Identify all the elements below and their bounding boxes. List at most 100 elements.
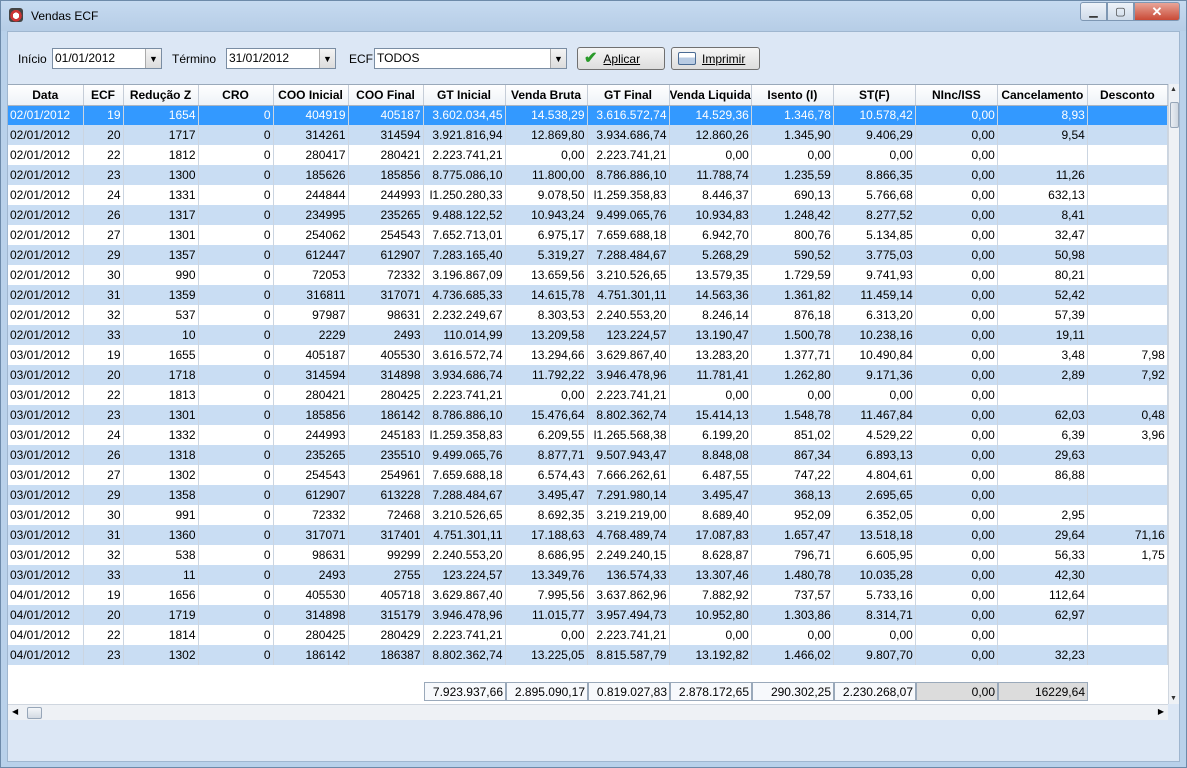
table-row[interactable]: 02/01/2012 19 1654 0 404919 405187 3.602.034,4… [8,105,1168,125]
table-row[interactable]: 03/01/2012 33 11 0 2493 2755 123.224,57 13.349,… [8,565,1168,585]
table-cell: 8.877,71 [505,445,588,465]
chevron-down-icon[interactable]: ▼ [145,49,161,68]
table-cell: 6.209,55 [505,425,588,445]
horizontal-scroll-thumb[interactable] [27,707,42,719]
maximize-button[interactable]: ▢ [1107,2,1134,21]
table-row[interactable]: 02/01/2012 22 1812 0 280417 280421 2.223.741,2… [8,145,1168,165]
table-cell: 1.377,71 [751,345,834,365]
vertical-scrollbar[interactable]: ▲ ▼ [1168,84,1179,704]
table-cell: 254961 [348,465,424,485]
table-cell: 1360 [123,525,199,545]
column-header[interactable]: Cancelamento [997,85,1088,106]
column-header[interactable]: ECF [83,85,124,106]
table-cell: 10.578,42 [833,105,916,125]
table-row[interactable]: 02/01/2012 27 1301 0 254062 254543 7.652.713,0… [8,225,1168,245]
inicio-date-picker[interactable]: 01/01/2012 ▼ [52,48,162,69]
table-cell: 1318 [123,445,199,465]
scroll-down-icon[interactable]: ▼ [1170,695,1177,702]
table-cell: 0,00 [833,145,916,165]
table-row[interactable]: 04/01/2012 23 1302 0 186142 186387 8.802.362,7… [8,645,1168,665]
table-row[interactable]: 03/01/2012 30 991 0 72332 72468 3.210.526,65 8.… [8,505,1168,525]
table-cell: 20 [83,125,124,145]
table-cell: 314261 [273,125,349,145]
table-row[interactable]: 03/01/2012 31 1360 0 317071 317401 4.751.301,1… [8,525,1168,545]
table-row[interactable]: 04/01/2012 20 1719 0 314898 315179 3.946.478,9… [8,605,1168,625]
horizontal-scrollbar[interactable]: ◀ ▶ [8,704,1168,720]
column-header[interactable]: Isento (I) [751,85,834,106]
table-row[interactable]: 03/01/2012 24 1332 0 244993 245183 l1.259.358,… [8,425,1168,445]
column-header[interactable]: COO Inicial [273,85,349,106]
vendas-grid[interactable]: Data ECF Redução Z CRO COO Inicial COO Final G… [8,84,1168,704]
table-cell: 0 [198,105,274,125]
table-cell: 4.804,61 [833,465,916,485]
column-header[interactable]: Venda Liquida [669,85,752,106]
table-cell: 0,00 [915,225,998,245]
table-row[interactable]: 02/01/2012 20 1717 0 314261 314594 3.921.816,9… [8,125,1168,145]
table-row[interactable]: 03/01/2012 22 1813 0 280421 280425 2.223.741,2… [8,385,1168,405]
table-cell: 3,96 [1087,425,1168,445]
scroll-left-icon[interactable]: ◀ [12,707,18,716]
table-row[interactable]: 02/01/2012 29 1357 0 612447 612907 7.283.165,4… [8,245,1168,265]
table-row[interactable]: 03/01/2012 23 1301 0 185856 186142 8.786.886,1… [8,405,1168,425]
column-header[interactable]: Desconto [1087,85,1168,106]
table-cell: 02/01/2012 [8,205,84,225]
table-cell: 280421 [348,145,424,165]
table-row[interactable]: 03/01/2012 27 1302 0 254543 254961 7.659.688,1… [8,465,1168,485]
column-header[interactable]: GT Final [587,85,670,106]
column-header[interactable]: Redução Z [123,85,199,106]
ecf-select[interactable]: TODOS ▼ [374,48,567,69]
vertical-scroll-thumb[interactable] [1170,102,1179,128]
imprimir-button[interactable]: Imprimir [671,47,760,70]
table-cell: 1302 [123,645,199,665]
table-row[interactable]: 02/01/2012 31 1359 0 316811 317071 4.736.685,3… [8,285,1168,305]
title-bar[interactable]: Vendas ECF ▁ ▢ ✕ [1,1,1186,31]
table-cell: 29 [83,485,124,505]
table-cell: 1332 [123,425,199,445]
table-row[interactable]: 03/01/2012 20 1718 0 314594 314898 3.934.686,7… [8,365,1168,385]
table-cell: 612907 [273,485,349,505]
total-ninc-iss: 0,00 [916,682,998,701]
table-row[interactable]: 02/01/2012 24 1331 0 244844 244993 l1.250.280,… [8,185,1168,205]
table-row[interactable]: 04/01/2012 19 1656 0 405530 405718 3.629.867,4… [8,585,1168,605]
chevron-down-icon[interactable]: ▼ [319,49,335,68]
client-area: Início 01/01/2012 ▼ Término 31/01/2012 ▼… [7,31,1180,762]
table-row[interactable]: 02/01/2012 33 10 0 2229 2493 110.014,99 13.209,… [8,325,1168,345]
column-header[interactable]: ST(F) [833,85,916,106]
table-cell: 1.303,86 [751,605,834,625]
table-row[interactable]: 03/01/2012 29 1358 0 612907 613228 7.288.484,6… [8,485,1168,505]
table-row[interactable]: 02/01/2012 30 990 0 72053 72332 3.196.867,09 13… [8,265,1168,285]
close-button[interactable]: ✕ [1134,2,1180,21]
table-cell: 8.775.086,10 [423,165,506,185]
column-header[interactable]: GT Inicial [423,85,506,106]
table-row[interactable]: 03/01/2012 32 538 0 98631 99299 2.240.553,20 8.… [8,545,1168,565]
column-header[interactable]: Venda Bruta [505,85,588,106]
vendas-table: Data ECF Redução Z CRO COO Inicial COO Final G… [8,85,1168,665]
column-header[interactable]: COO Final [348,85,424,106]
table-cell: 0,00 [915,425,998,445]
table-row[interactable]: 02/01/2012 26 1317 0 234995 235265 9.488.122,5… [8,205,1168,225]
table-row[interactable]: 03/01/2012 26 1318 0 235265 235510 9.499.065,7… [8,445,1168,465]
column-header[interactable]: NInc/ISS [915,85,998,106]
table-cell: 315179 [348,605,424,625]
table-cell: 03/01/2012 [8,425,84,445]
chevron-down-icon[interactable]: ▼ [550,49,566,68]
column-header[interactable]: CRO [198,85,274,106]
aplicar-button[interactable]: ✔ Aplicar [577,47,665,70]
table-cell: 1331 [123,185,199,205]
column-header[interactable]: Data [8,85,84,106]
termino-date-picker[interactable]: 31/01/2012 ▼ [226,48,336,69]
table-row[interactable]: 03/01/2012 19 1655 0 405187 405530 3.616.572,7… [8,345,1168,365]
table-row[interactable]: 04/01/2012 22 1814 0 280425 280429 2.223.741,2… [8,625,1168,645]
table-cell: 5.134,85 [833,225,916,245]
table-cell [1087,325,1168,345]
table-row[interactable]: 02/01/2012 32 537 0 97987 98631 2.232.249,67 8.… [8,305,1168,325]
minimize-button[interactable]: ▁ [1080,2,1107,21]
table-cell: 10.490,84 [833,345,916,365]
table-cell: 1.500,78 [751,325,834,345]
table-cell: 11.467,84 [833,405,916,425]
table-row[interactable]: 02/01/2012 23 1300 0 185626 185856 8.775.086,1… [8,165,1168,185]
scroll-up-icon[interactable]: ▲ [1170,86,1177,93]
scroll-right-icon[interactable]: ▶ [1158,707,1164,716]
table-cell: 72332 [348,265,424,285]
table-cell: 9.499.065,76 [423,445,506,465]
